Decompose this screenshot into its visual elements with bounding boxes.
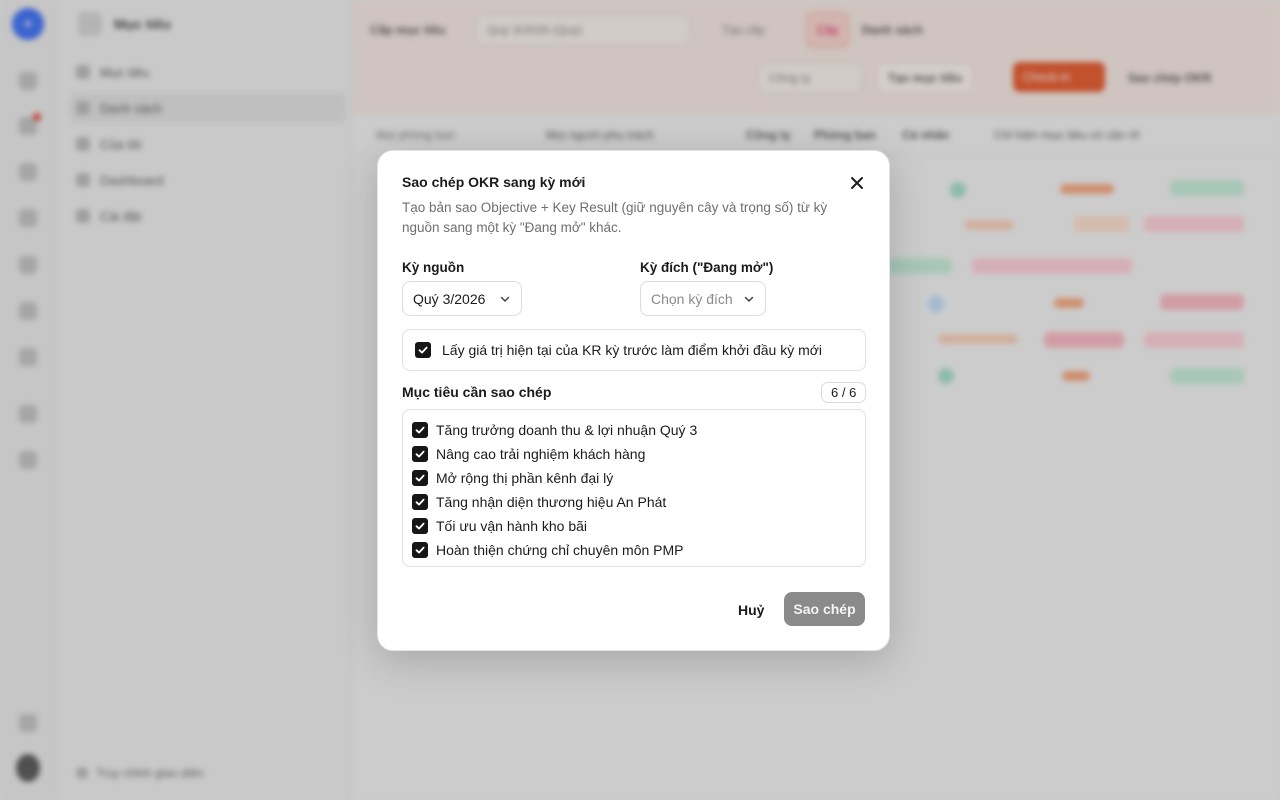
objective-checkbox[interactable] [412,470,428,486]
cancel-button[interactable]: Huỷ [728,593,774,627]
carry-over-label: Lấy giá trị hiện tại của KR kỳ trước làm… [442,342,823,358]
source-period-value: Quý 3/2026 [413,290,486,307]
carry-over-checkbox[interactable] [415,342,431,358]
chevron-down-icon [744,296,754,302]
objective-checkbox[interactable] [412,542,428,558]
objective-item[interactable]: Mở rộng thị phần kênh đại lý [403,466,865,490]
check-icon [415,498,425,506]
objective-label: Tối ưu vận hành kho bãi [436,518,588,534]
objectives-count-badge: 6 / 6 [821,382,867,403]
objective-label: Hoàn thiện chứng chỉ chuyên môn PMP [436,542,684,558]
check-icon [415,546,425,554]
objective-label: Mở rộng thị phần kênh đại lý [436,470,614,486]
dialog-title: Sao chép OKR sang kỳ mới [402,174,586,190]
objective-label: Nâng cao trải nghiệm khách hàng [436,446,646,462]
check-icon [418,346,428,354]
target-period-label: Kỳ đích ("Đang mở") [640,260,774,275]
objective-item[interactable]: Tăng nhận diện thương hiệu An Phát [403,490,865,514]
objective-item[interactable]: Tăng trưởng doanh thu & lợi nhuận Quý 3 [403,418,865,442]
target-period-placeholder: Chọn kỳ đích [651,290,733,307]
objective-checkbox[interactable] [412,446,428,462]
objectives-list: Tăng trưởng doanh thu & lợi nhuận Quý 3 … [402,409,866,567]
objective-item[interactable]: Hoàn thiện chứng chỉ chuyên môn PMP [403,538,865,562]
check-icon [415,522,425,530]
check-icon [415,426,425,434]
close-icon[interactable] [846,172,868,194]
objective-item[interactable]: Tối ưu vận hành kho bãi [403,514,865,538]
objective-label: Tăng nhận diện thương hiệu An Phát [436,494,667,510]
chevron-down-icon [500,296,510,302]
dialog-description: Tạo bản sao Objective + Key Result (giữ … [402,200,828,235]
copy-submit-button[interactable]: Sao chép [784,592,865,626]
objective-checkbox[interactable] [412,494,428,510]
objective-label: Tăng trưởng doanh thu & lợi nhuận Quý 3 [436,422,698,438]
check-icon [415,450,425,458]
objective-checkbox[interactable] [412,422,428,438]
objectives-label: Mục tiêu cần sao chép [402,384,552,400]
source-period-label: Kỳ nguồn [402,260,465,275]
objective-checkbox[interactable] [412,518,428,534]
carry-over-option[interactable]: Lấy giá trị hiện tại của KR kỳ trước làm… [402,329,866,371]
check-icon [415,474,425,482]
target-period-select[interactable]: Chọn kỳ đích [640,281,766,316]
objective-item[interactable]: Nâng cao trải nghiệm khách hàng [403,442,865,466]
copy-okr-dialog: Sao chép OKR sang kỳ mới Tạo bản sao Obj… [377,150,890,651]
source-period-select[interactable]: Quý 3/2026 [402,281,522,316]
